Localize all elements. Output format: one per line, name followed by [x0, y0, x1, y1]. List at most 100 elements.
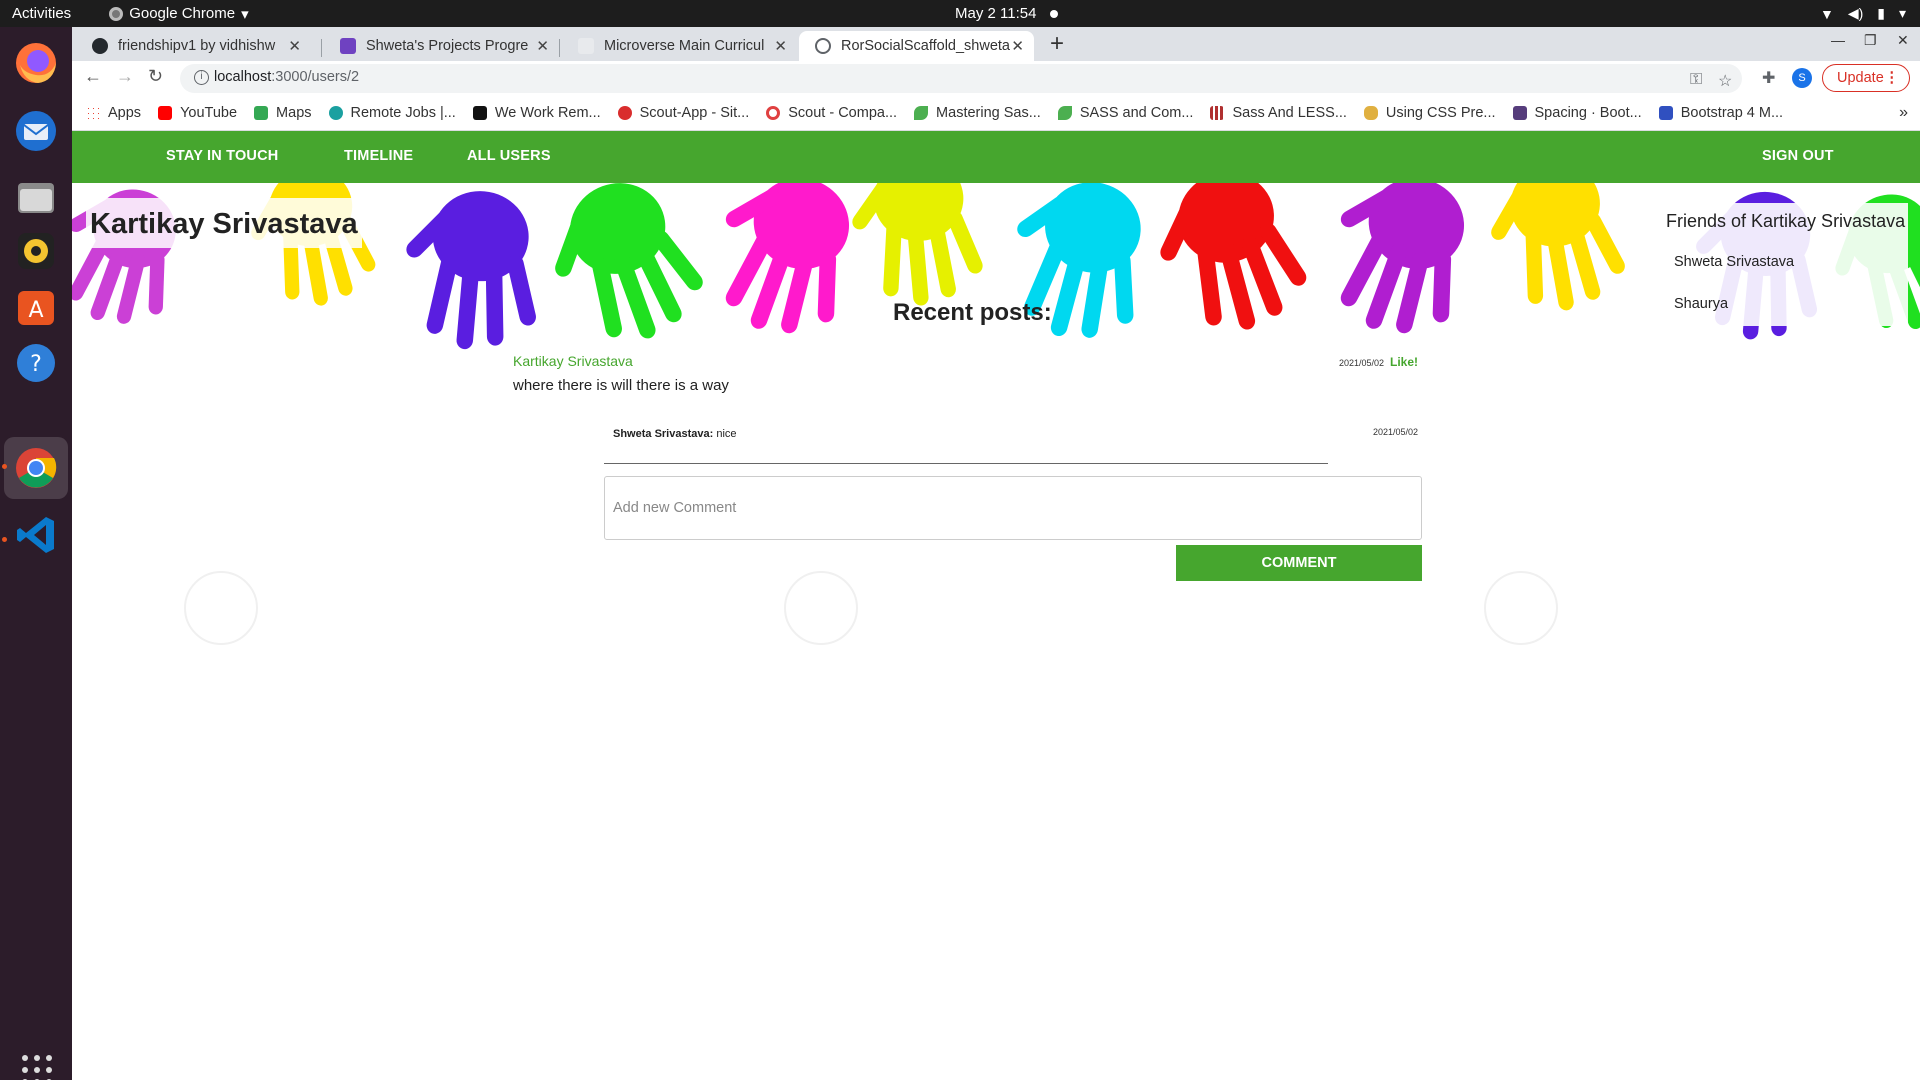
- comment-input[interactable]: [604, 476, 1422, 540]
- bookmark-scout-app[interactable]: Scout-App - Sit...: [617, 105, 749, 121]
- remote-jobs-icon: [328, 105, 343, 120]
- tab-friendshipv1[interactable]: friendshipv1 by vidhishw ✕: [76, 31, 311, 61]
- app-menu[interactable]: Google Chrome ▾: [109, 5, 249, 23]
- firefox-launcher[interactable]: [12, 39, 60, 87]
- github-icon: [92, 38, 108, 54]
- menu-dots-icon: ⋮: [1884, 70, 1900, 86]
- wifi-icon: ▼: [1819, 5, 1834, 22]
- site-navbar: STAY IN TOUCH TIMELINE ALL USERS SIGN OU…: [72, 131, 1920, 183]
- update-button[interactable]: Update ⋮: [1822, 64, 1910, 92]
- scout-app-icon: [617, 105, 632, 120]
- microverse-icon: [340, 38, 356, 54]
- watermark-icon: [184, 571, 258, 645]
- bookmark-scout-compass[interactable]: Scout - Compa...: [766, 105, 897, 121]
- bookmark-sass-and-com[interactable]: SASS and Com...: [1057, 105, 1193, 121]
- watermark-icon: [1484, 571, 1558, 645]
- help-icon: ?: [17, 344, 55, 382]
- bookmark-apps[interactable]: Apps: [86, 105, 141, 121]
- bookmark-label: Maps: [276, 104, 312, 121]
- nav-all-users[interactable]: ALL USERS: [467, 148, 551, 164]
- minimize-icon[interactable]: —: [1831, 32, 1845, 48]
- close-icon[interactable]: ✕: [536, 37, 549, 55]
- thunderbird-launcher[interactable]: [12, 107, 60, 155]
- like-button[interactable]: Like!: [1390, 355, 1418, 369]
- app-menu-label: Google Chrome: [129, 5, 236, 22]
- divider: [604, 463, 1328, 464]
- forward-arrow-icon[interactable]: →: [116, 66, 134, 87]
- nav-sign-out[interactable]: SIGN OUT: [1762, 148, 1834, 164]
- bookmark-bootstrap-4[interactable]: Bootstrap 4 M...: [1658, 105, 1783, 121]
- address-bar[interactable]: i localhost:3000/users/2 ⚿ ☆: [180, 64, 1742, 93]
- back-arrow-icon[interactable]: ←: [84, 66, 102, 87]
- tab-title: friendshipv1 by vidhishw: [118, 38, 276, 54]
- svg-text:?: ?: [30, 352, 42, 377]
- bookmark-youtube[interactable]: YouTube: [158, 105, 237, 121]
- show-applications-icon[interactable]: [22, 1055, 52, 1080]
- tab-separator: [321, 39, 322, 57]
- url-host: localhost: [214, 69, 272, 85]
- close-icon[interactable]: ✕: [774, 37, 787, 55]
- reload-icon[interactable]: ↻: [148, 66, 163, 87]
- tab-shweta-projects[interactable]: Shweta's Projects Progre ✕: [324, 31, 559, 61]
- bookmark-label: Scout - Compa...: [788, 104, 898, 121]
- bookmark-label: Remote Jobs |...: [350, 104, 456, 121]
- clock-label: May 2 11:54: [955, 5, 1037, 22]
- watermark-icon: [784, 571, 858, 645]
- nav-stay-in-touch[interactable]: STAY IN TOUCH: [166, 148, 278, 164]
- files-launcher[interactable]: [12, 173, 60, 221]
- help-launcher[interactable]: ?: [12, 339, 60, 387]
- profile-header: Kartikay Srivastava: [86, 198, 362, 248]
- bookmark-label: Sass And LESS...: [1232, 104, 1347, 121]
- rhythmbox-launcher[interactable]: [12, 227, 60, 275]
- bookmark-sass-and-less[interactable]: Sass And LESS...: [1210, 104, 1347, 121]
- info-icon[interactable]: i: [194, 70, 209, 85]
- star-icon[interactable]: ☆: [1718, 71, 1732, 91]
- post-date: 2021/05/02: [1339, 358, 1385, 368]
- close-icon[interactable]: ✕: [288, 37, 301, 55]
- svg-text:A: A: [28, 298, 43, 323]
- running-indicator-icon: [2, 464, 7, 469]
- bookmark-remote-jobs[interactable]: Remote Jobs |...: [328, 104, 456, 121]
- chrome-launcher[interactable]: [4, 437, 68, 499]
- friend-item[interactable]: Shweta Srivastava: [1674, 254, 1794, 270]
- owl-icon: [1363, 105, 1378, 120]
- battery-icon: ▮: [1877, 5, 1885, 21]
- tab-strip: friendshipv1 by vidhishw ✕ Shweta's Proj…: [72, 27, 1920, 61]
- volume-icon: ◀): [1847, 5, 1864, 21]
- restore-icon[interactable]: ❐: [1864, 32, 1877, 49]
- bookmark-label: Apps: [108, 104, 142, 121]
- comment-button[interactable]: COMMENT: [1176, 545, 1422, 581]
- comment-author: Shweta Srivastava:: [613, 428, 714, 440]
- activities-button[interactable]: Activities: [12, 5, 71, 22]
- microverse-icon: [578, 38, 594, 54]
- system-tray[interactable]: ▼ ◀) ▮ ▾: [1820, 5, 1906, 22]
- nav-timeline[interactable]: TIMELINE: [344, 148, 413, 164]
- bookmark-mastering-sass[interactable]: Mastering Sas...: [914, 105, 1041, 121]
- software-launcher[interactable]: A: [12, 283, 60, 331]
- bootstrap-icon: [1512, 105, 1527, 120]
- extensions-icon[interactable]: ✚: [1762, 68, 1775, 88]
- vscode-launcher[interactable]: [12, 511, 60, 559]
- post-author[interactable]: Kartikay Srivastava: [513, 353, 633, 369]
- friend-item[interactable]: Shaurya: [1674, 296, 1728, 312]
- url-path: :3000/users/2: [271, 69, 360, 85]
- close-icon[interactable]: ✕: [1011, 37, 1024, 55]
- chevron-right-icon[interactable]: »: [1899, 104, 1908, 122]
- profile-avatar[interactable]: S: [1792, 68, 1812, 88]
- youtube-icon: [158, 105, 173, 120]
- key-icon[interactable]: ⚿: [1690, 71, 1702, 89]
- bootstrap-blue-icon: [1658, 105, 1673, 120]
- bookmark-maps[interactable]: Maps: [254, 104, 312, 121]
- bookmark-css-preprocessors[interactable]: Using CSS Pre...: [1363, 105, 1496, 121]
- url-text[interactable]: localhost:3000/users/2: [214, 69, 359, 85]
- close-window-icon[interactable]: ✕: [1897, 32, 1909, 49]
- vscode-icon: [17, 517, 54, 553]
- grid-icon: [1210, 105, 1225, 120]
- bookmark-spacing-bootstrap[interactable]: Spacing · Boot...: [1512, 105, 1642, 121]
- clock[interactable]: May 2 11:54: [955, 5, 1059, 22]
- tab-ror-social[interactable]: RorSocialScaffold_shweta ✕: [799, 31, 1034, 61]
- tab-microverse[interactable]: Microverse Main Curricul ✕: [562, 31, 797, 61]
- apps-grid-icon: [86, 105, 100, 120]
- bookmark-we-work-remotely[interactable]: We Work Rem...: [472, 105, 601, 121]
- new-tab-button[interactable]: +: [1050, 30, 1064, 58]
